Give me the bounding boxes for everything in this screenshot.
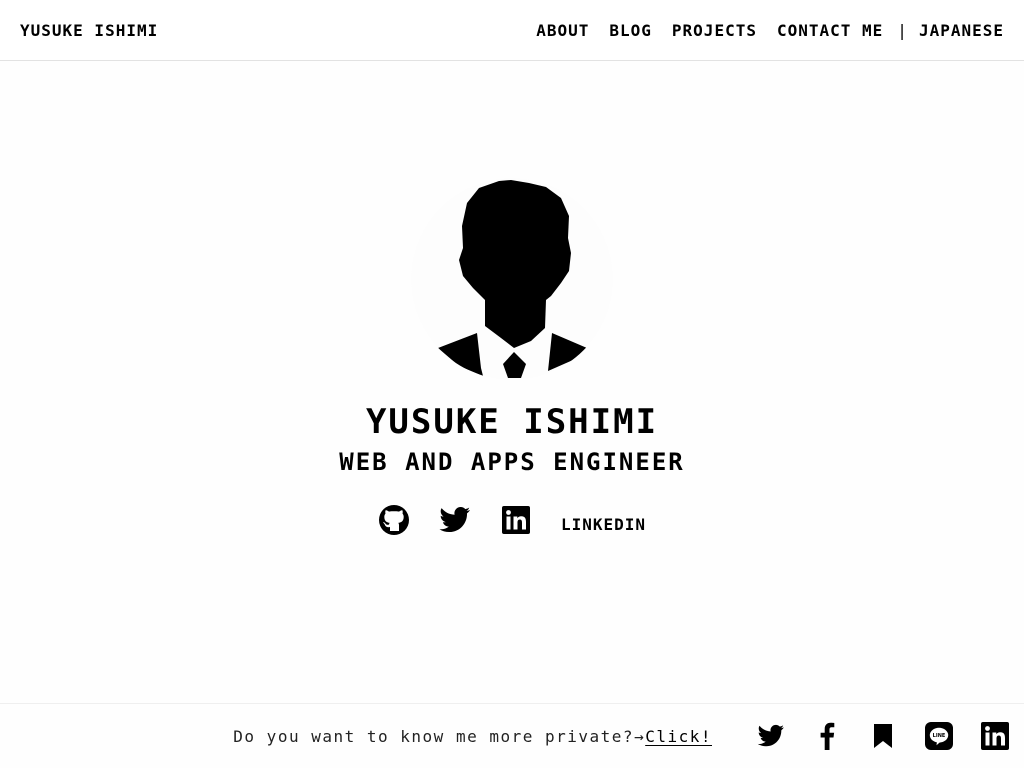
twitter-icon: [439, 507, 470, 532]
nav-about[interactable]: ABOUT: [536, 21, 589, 40]
share-line-button[interactable]: LINE: [924, 721, 954, 751]
svg-text:LINE: LINE: [933, 733, 946, 739]
linkedin-link[interactable]: [500, 504, 532, 536]
profile-role: WEB AND APPS ENGINEER: [339, 448, 685, 476]
person-silhouette-icon: [438, 180, 587, 378]
avatar: [411, 178, 613, 380]
site-header: YUSUKE ISHIMI ABOUT BLOG PROJECTS CONTAC…: [0, 0, 1024, 61]
footer-click-link[interactable]: Click!: [645, 727, 712, 746]
profile-name: YUSUKE ISHIMI: [365, 402, 659, 442]
share-bookmark-button[interactable]: [868, 721, 898, 751]
share-twitter-button[interactable]: [756, 721, 786, 751]
profile-section: YUSUKE ISHIMI WEB AND APPS ENGINEER LINK…: [0, 61, 1024, 703]
github-link[interactable]: [378, 504, 410, 536]
github-icon: [378, 505, 409, 535]
footer-question: Do you want to know me more private?→: [233, 726, 646, 746]
social-links: LINKEDIN: [378, 504, 646, 536]
site-footer: Do you want to know me more private?→ Cl…: [0, 703, 1024, 768]
bookmark-icon: [874, 724, 892, 748]
nav-language[interactable]: JAPANESE: [919, 21, 1004, 40]
share-linkedin-button[interactable]: [980, 721, 1010, 751]
twitter-link[interactable]: [439, 504, 471, 536]
linkedin-icon: [981, 722, 1009, 750]
nav-separator: |: [897, 20, 907, 40]
linkedin-icon: [501, 506, 530, 534]
brand-link[interactable]: YUSUKE ISHIMI: [20, 21, 158, 40]
linkedin-text-link[interactable]: LINKEDIN: [561, 515, 646, 534]
facebook-icon: [820, 722, 835, 750]
page: YUSUKE ISHIMI ABOUT BLOG PROJECTS CONTAC…: [0, 0, 1024, 768]
nav-contact[interactable]: CONTACT ME: [777, 21, 883, 40]
nav-projects[interactable]: PROJECTS: [672, 21, 757, 40]
share-facebook-button[interactable]: [812, 721, 842, 751]
main-nav: ABOUT BLOG PROJECTS CONTACT ME | JAPANES…: [536, 21, 1004, 40]
nav-blog[interactable]: BLOG: [609, 21, 652, 40]
twitter-icon: [757, 724, 784, 747]
line-icon: LINE: [925, 722, 953, 750]
